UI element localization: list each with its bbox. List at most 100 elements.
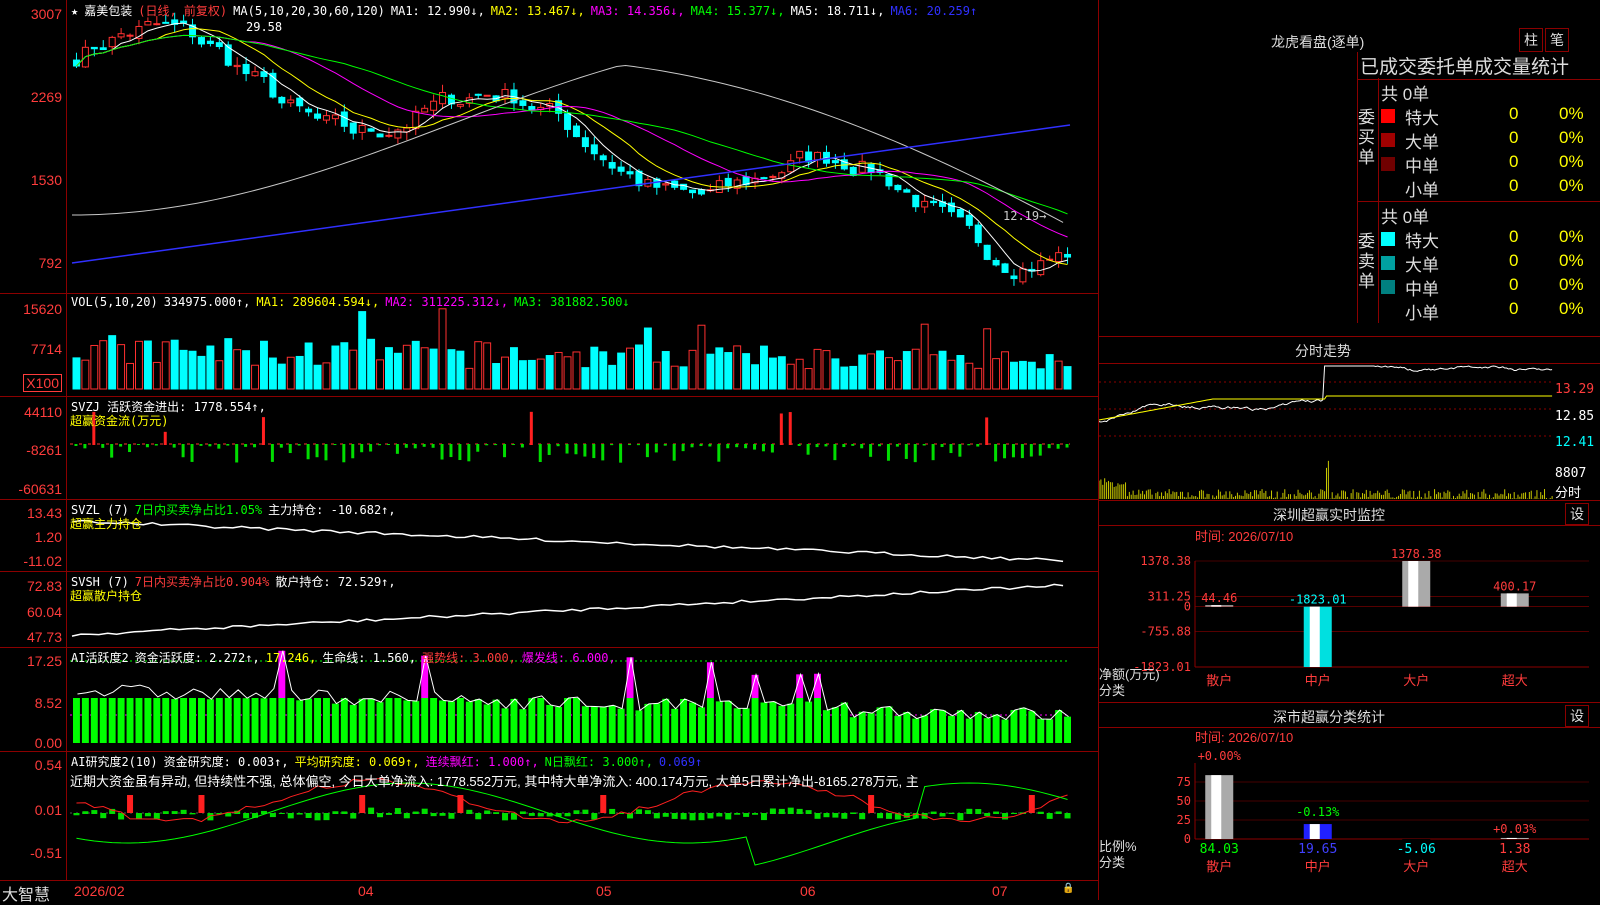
- activity-bar: [323, 698, 330, 743]
- research-panel[interactable]: 0.54 0.01 -0.51 AI研究度2(10) 资金研究度: 0.003↑,…: [0, 751, 1098, 880]
- candle-body: [144, 21, 152, 26]
- tick-mode-button[interactable]: 笔: [1545, 28, 1569, 52]
- activity-bar: [599, 707, 607, 743]
- sz-monitor-panel[interactable]: 深圳超赢实时监控 设 时间: 2026/07/10 1378.38 311.25 0…: [1099, 501, 1600, 703]
- flow-bar: [395, 444, 399, 454]
- flow-bar: [770, 444, 774, 453]
- svsh-panel[interactable]: 72.83 60.04 47.73 SVSH (7) 7日内买卖净占比0.904%…: [0, 571, 1098, 648]
- date-label: 05: [596, 883, 612, 899]
- research-trend-line: [76, 782, 1068, 866]
- legend-item: 资金活跃度: 2.272↑,: [134, 651, 260, 665]
- candle-body: [278, 96, 286, 104]
- sell-side-label: 委卖单: [1358, 232, 1375, 291]
- volume-bar: [876, 350, 884, 390]
- volume-bar: [474, 341, 483, 390]
- candle-body: [1001, 263, 1009, 273]
- volume-bar: [536, 358, 545, 390]
- volume-bar: [1001, 351, 1009, 390]
- volume-bar: [501, 356, 510, 390]
- volume-bar: [599, 351, 608, 390]
- volume-panel[interactable]: 15620 7714 X100 VOL(5,10,20) 334975.000↑,…: [0, 293, 1098, 397]
- flow-bar: [681, 444, 685, 452]
- order-type-label: 中单: [1405, 157, 1439, 176]
- candle-body: [305, 108, 313, 113]
- change-label: +0.03%: [1493, 822, 1537, 836]
- volume-bar: [1010, 361, 1018, 390]
- volume-bar: [438, 308, 447, 390]
- volume-bar: [367, 338, 376, 390]
- activity-bar: [492, 699, 500, 743]
- sz-monitor-bar-chart[interactable]: 1378.38311.250-755.88-1823.01散户44.46中户-1…: [1099, 501, 1600, 702]
- low-price-label: 12.19→: [1003, 209, 1047, 223]
- bar-mode-button[interactable]: 柱: [1519, 28, 1543, 52]
- flow-bar: [538, 444, 542, 463]
- research-bar: [412, 811, 419, 814]
- order-row: 特大 0 0%: [1381, 227, 1600, 251]
- flow-bar: [485, 444, 489, 446]
- candlestick-chart[interactable]: [70, 0, 1098, 293]
- candle-body: [197, 37, 205, 45]
- order-pct: 0%: [1559, 128, 1584, 147]
- chart-tick-label: 25: [1177, 813, 1191, 827]
- volume-bar: [224, 338, 233, 390]
- time-axis[interactable]: 大智慧 2026/02 04 05 06 07 🔒: [0, 880, 1098, 904]
- activity-bar: [724, 700, 732, 743]
- volume-bar: [679, 366, 688, 390]
- intraday-tick: 12.41: [1555, 435, 1595, 450]
- research-bar: [528, 813, 535, 816]
- candle-body: [349, 122, 357, 134]
- sell-rows: 特大 0 0% 大单 0 0% 中单 0 0% 小单 0 0%: [1381, 227, 1600, 323]
- activity-bar: [1064, 716, 1071, 743]
- research-bar: [814, 813, 821, 819]
- activity-bar: [269, 698, 277, 743]
- research-bar: [314, 813, 321, 821]
- sz-stats-panel[interactable]: 深市超赢分类统计 设 时间: 2026/07/10 75 50 25 0 散户 +0.00…: [1099, 703, 1600, 900]
- price-panel[interactable]: 3007 2269 1530 792 ★ 嘉美包装 (日线, 前复权) MA(5,10…: [0, 0, 1098, 294]
- activity-bar: [108, 698, 116, 743]
- flow-bar: [636, 444, 640, 446]
- flow-bar: [851, 444, 855, 446]
- candle-body: [831, 160, 839, 164]
- research-bar: [868, 795, 875, 813]
- intraday-chart[interactable]: [1099, 364, 1554, 500]
- svzj-panel[interactable]: 44110 -8261 -60631 SVZJ 活跃资金进出: 1778.554…: [0, 396, 1098, 500]
- flow-bar: [1029, 444, 1033, 457]
- research-bar: [760, 813, 767, 821]
- research-bar: [1037, 811, 1044, 814]
- flow-bar: [324, 444, 328, 461]
- research-bar: [734, 813, 741, 815]
- activity-bar: [296, 700, 304, 743]
- volume-bar: [340, 342, 349, 390]
- axis-divider: [66, 499, 67, 571]
- change-label: +0.00%: [1198, 749, 1242, 763]
- activity-bar: [876, 707, 884, 743]
- flow-bar: [663, 444, 667, 446]
- intraday-panel[interactable]: 分时走势 13.29 12.85 12.41 8807 分时: [1099, 337, 1600, 501]
- order-type-label: 特大: [1405, 109, 1439, 128]
- activity-bar: [689, 702, 696, 743]
- svzl-panel[interactable]: 13.43 1.20 -11.02 SVZL (7) 7日内买卖净占比1.05% 主…: [0, 499, 1098, 572]
- research-comment: 近期大资金虽有异动, 但持续性不强, 总体偏空, 今日大单净流入: 1778.5…: [70, 774, 919, 789]
- value-bar-highlight: [1506, 837, 1517, 839]
- candle-body: [251, 71, 259, 77]
- sz-stats-bar-chart[interactable]: 75 50 25 0 散户 +0.00% 84.03 中户 -0.13% 19.65 大户 -5.06…: [1099, 703, 1600, 900]
- vol-unit: X100: [23, 374, 62, 392]
- right-sidebar: 龙虎看盘(逐单) 柱 笔 已成交委托单成交量统计 委买单 委卖单 共 0单 共 …: [1099, 0, 1600, 900]
- volume-bar: [322, 362, 331, 390]
- legend-item: 资金研究度: 0.003↑,: [163, 755, 289, 769]
- volume-bar: [518, 360, 527, 390]
- volume-bar: [358, 311, 367, 390]
- flow-bar: [297, 444, 301, 446]
- activity-bar: [358, 698, 366, 743]
- kline-chart-area[interactable]: 3007 2269 1530 792 ★ 嘉美包装 (日线, 前复权) MA(5,10…: [0, 0, 1099, 904]
- volume-bar: [170, 339, 179, 390]
- volume-bar: [733, 345, 742, 390]
- research-bar: [1055, 811, 1062, 814]
- volume-bar: [1045, 354, 1054, 390]
- ai-activity-panel[interactable]: 17.25 8.52 0.00 AI活跃度2 资金活跃度: 2.272↑, 17.2…: [0, 647, 1098, 752]
- candle-body: [796, 150, 804, 159]
- candle-body: [760, 177, 768, 180]
- flow-bar: [190, 444, 194, 462]
- ma6-line: [71, 124, 1071, 264]
- flow-bar: [136, 444, 140, 446]
